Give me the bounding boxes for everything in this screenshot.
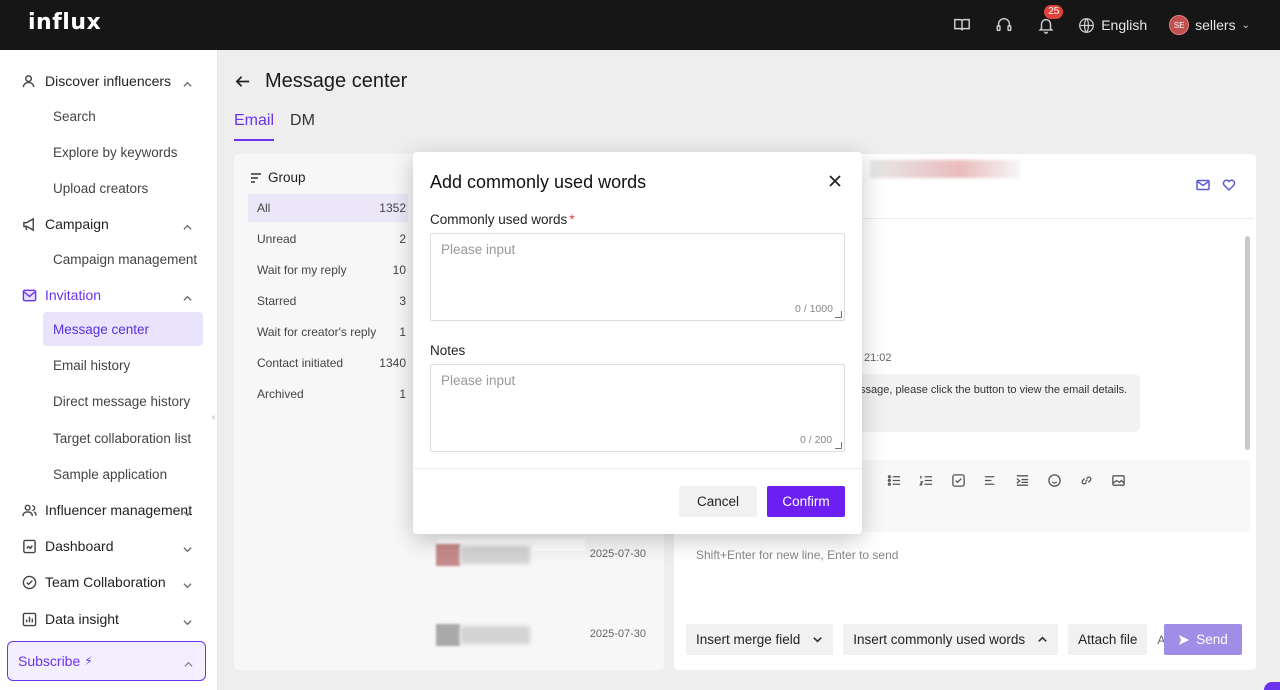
dialog-title: Add commonly used words [430, 172, 647, 192]
cancel-button[interactable]: Cancel [679, 486, 757, 517]
confirm-button[interactable]: Confirm [767, 486, 845, 517]
common-words-label: Commonly used words * [430, 212, 575, 227]
resize-handle-icon[interactable] [835, 442, 842, 449]
divider [413, 468, 862, 469]
common-words-textarea[interactable] [430, 233, 845, 321]
notes-textarea[interactable] [430, 364, 845, 452]
common-words-counter: 0 / 1000 [795, 303, 833, 315]
resize-handle-icon[interactable] [835, 311, 842, 318]
close-icon[interactable] [828, 174, 844, 190]
notes-label: Notes [430, 343, 466, 358]
common-words-label-text: Commonly used words [430, 212, 568, 227]
add-common-words-dialog: Add commonly used words Commonly used wo… [413, 152, 862, 534]
required-marker: * [569, 212, 575, 227]
notes-counter: 0 / 200 [800, 434, 833, 446]
